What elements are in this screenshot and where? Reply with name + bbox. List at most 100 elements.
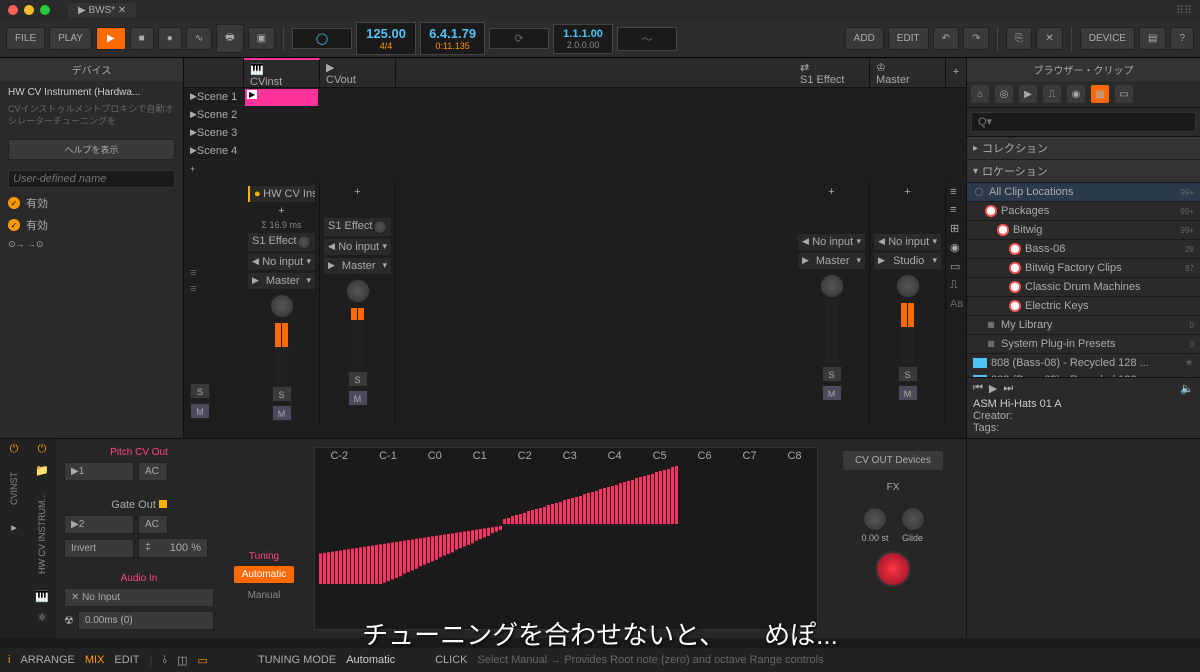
delay-input[interactable]: 0.00ms (0) [78,611,214,630]
scene-row[interactable]: ▶ Scene 2 [184,106,244,124]
output-row[interactable]: ▶ Master ▾ [248,273,315,289]
clip-slot[interactable] [244,106,320,123]
add-device-button[interactable]: + [798,186,865,198]
file-item[interactable]: 808 (Bass-08) - Recycled 128 ...★ [967,354,1200,371]
user-name-input[interactable] [8,170,175,188]
scene-row[interactable]: ▶ Scene 4 [184,142,244,160]
gate-output-dropdown[interactable]: ▶2 [64,515,134,534]
channel-label[interactable]: ● HW CV Instru... [248,186,315,202]
record-button[interactable]: ● [158,27,182,50]
position-display[interactable]: 6.4.1.790:11.135 [420,22,485,55]
clip-launcher-button[interactable]: ▣ [248,27,275,50]
pitch-output-dropdown[interactable]: ▶1 [64,462,134,481]
pan-knob[interactable] [820,274,844,298]
output-row[interactable]: ▶ Master ▾ [798,253,865,269]
gate-pct-input[interactable]: ‡ 100 % [138,538,208,558]
delete-button[interactable]: ✕ [1036,27,1062,50]
semitone-knob[interactable] [863,507,887,531]
solo-button[interactable]: S [272,386,292,402]
clip-slot[interactable]: ▶ [244,88,320,105]
input-row[interactable]: ◀ No input ▾ [324,239,391,255]
manual-tuning-button[interactable]: Manual [240,587,289,604]
send-row[interactable]: S1 Effect [324,218,391,236]
metronome-toggle[interactable]: ◯ [292,28,352,49]
panel-toggle-icon[interactable]: ▭ [198,654,208,667]
stop-button[interactable]: ■ [130,27,154,50]
invert-button[interactable]: Invert [64,539,134,558]
main-knob[interactable] [875,551,911,587]
power-icon[interactable]: ⏻ [10,443,19,456]
preview-play-icon[interactable]: ▶ [989,382,997,395]
add-button[interactable]: ADD [845,27,884,50]
preview-vol-icon[interactable]: 🔈 [1180,382,1194,395]
copy-button[interactable]: ⎘ [1006,27,1032,50]
add-device-button[interactable]: + [248,205,315,217]
mute-button[interactable]: M [272,405,292,421]
tree-item[interactable]: ◯All Clip Locations99+ [967,183,1200,202]
mute-button[interactable]: M [898,385,918,401]
browser-tab-clips[interactable]: ▦ [1091,85,1109,103]
overdub-button[interactable]: 🖶 [216,24,243,53]
tree-item[interactable]: ⬤Packages99+ [967,202,1200,221]
browser-tab-music[interactable]: ◉ [1067,85,1085,103]
mute-button[interactable]: M [348,390,368,406]
add-device-button[interactable]: + [324,186,391,198]
output-row[interactable]: ▶ Studio ▾ [874,253,941,269]
browser-tab-home[interactable]: ⌂ [971,85,989,103]
edit-tab[interactable]: EDIT [114,654,139,666]
tree-section-collection[interactable]: ▸ コレクション [967,137,1200,160]
view-toggle-icon[interactable]: ≡ [950,186,962,198]
cv-out-header[interactable]: CV OUT Devices [843,451,943,470]
folder-icon[interactable]: 📁 [35,464,49,477]
solo-button[interactable]: S [898,366,918,382]
arrange-tab[interactable]: ARRANGE [20,654,74,666]
send-row[interactable]: S1 Effect [248,233,315,251]
clip-slot[interactable] [320,142,396,159]
mute-button[interactable]: M [190,403,210,419]
browser-tab-presets[interactable]: ▶ [1019,85,1037,103]
tree-section-location[interactable]: ▾ ロケーション [967,160,1200,183]
input-row[interactable]: ◀ No input ▾ [798,234,865,250]
play-label-button[interactable]: PLAY [49,27,92,50]
clip-slot[interactable] [320,88,396,105]
loop-display[interactable]: 1.1.1.002.0.0.00 [553,24,613,54]
browser-search-input[interactable] [971,112,1196,132]
tree-item[interactable]: ⬤Bass-0828 [967,240,1200,259]
edit-button[interactable]: EDIT [888,27,929,50]
info-icon[interactable]: i [8,654,10,666]
solo-button[interactable]: S [190,383,210,399]
radiation-icon[interactable]: ☢ [64,614,74,627]
device-name[interactable]: HW CV Instrument (Hardwa... [0,81,183,104]
help-button[interactable]: ? [1170,27,1194,50]
track-header-master[interactable]: ♔Master [870,58,946,87]
show-help-button[interactable]: ヘルプを表示 [8,139,175,160]
solo-button[interactable]: S [348,371,368,387]
view-toggle-icon[interactable]: Aв [950,298,962,310]
view-toggle-icon[interactable]: ≡ [950,204,962,216]
gate-mode-dropdown[interactable]: AC [138,515,168,534]
tree-item[interactable]: ⬤Classic Drum Machines [967,278,1200,297]
device-button[interactable]: DEVICE [1080,27,1135,50]
play-button[interactable]: ▶ [96,27,126,50]
max-dot[interactable] [40,5,50,15]
tree-item[interactable]: ⬤Electric Keys [967,297,1200,316]
clip-slot[interactable] [320,106,396,123]
scene-row[interactable]: ▶ Scene 1 [184,88,244,106]
view-toggle-icon[interactable]: ◉ [950,241,962,254]
remote-icon[interactable]: ⚛ [37,611,47,624]
auto-tuning-button[interactable]: Automatic [234,566,294,583]
preview-next-icon[interactable]: ⏭ [1003,382,1013,395]
solo-button[interactable]: S [822,366,842,382]
scene-row[interactable]: ▶ Scene 3 [184,124,244,142]
view-toggle-icon[interactable]: ▭ [950,260,962,273]
audio-input-dropdown[interactable]: ✕ No Input [64,588,214,607]
close-dot[interactable] [8,5,18,15]
input-row[interactable]: ◀ No input ▾ [874,234,941,250]
add-track-button[interactable]: + [946,58,966,87]
mix-tab[interactable]: MIX [85,654,105,666]
browser-tab-devices[interactable]: ◎ [995,85,1013,103]
param-row-2[interactable]: ✓有効 [0,214,183,236]
input-row[interactable]: ◀ No input ▾ [248,254,315,270]
pan-knob[interactable] [346,279,370,303]
panel-toggle-icon[interactable]: ⫰ [162,654,167,667]
